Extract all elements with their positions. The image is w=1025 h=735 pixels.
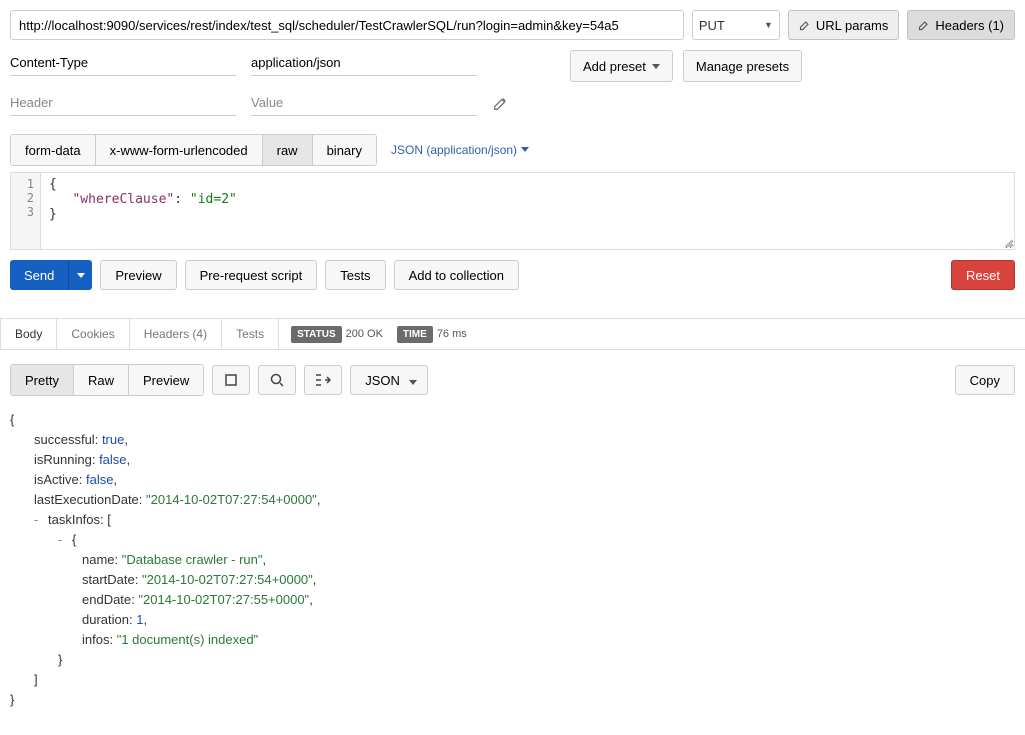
response-tab-cookies[interactable]: Cookies	[57, 319, 129, 349]
response-tab-body[interactable]: Body	[0, 319, 57, 349]
body-type-segment: form-data x-www-form-urlencoded raw bina…	[10, 134, 377, 166]
collapse-icon	[314, 373, 332, 387]
body-type-binary[interactable]: binary	[313, 135, 376, 165]
status-value: 200 OK	[346, 328, 383, 340]
manage-presets-button[interactable]: Manage presets	[683, 50, 802, 82]
header-name-1[interactable]	[10, 50, 236, 76]
add-to-collection-button[interactable]: Add to collection	[394, 260, 519, 290]
response-tab-tests[interactable]: Tests	[222, 319, 279, 349]
status-label-badge: STATUS	[291, 326, 342, 343]
response-json-viewer: { successful: true, isRunning: false, is…	[0, 404, 1025, 730]
raw-subtype-select[interactable]: JSON (application/json)	[391, 143, 529, 157]
edit-row-icon[interactable]	[492, 94, 510, 112]
add-preset-label: Add preset	[583, 59, 646, 74]
body-type-xwww[interactable]: x-www-form-urlencoded	[96, 135, 263, 165]
method-value: PUT	[699, 18, 725, 33]
pre-request-script-button[interactable]: Pre-request script	[185, 260, 318, 290]
body-type-raw[interactable]: raw	[263, 135, 313, 165]
manage-presets-label: Manage presets	[696, 59, 789, 74]
resize-handle-icon[interactable]	[1002, 237, 1012, 247]
time-value: 76 ms	[437, 328, 467, 340]
square-icon	[223, 373, 239, 387]
view-format-select[interactable]: JSON	[350, 365, 428, 395]
method-select[interactable]: PUT	[692, 10, 780, 40]
search-button[interactable]	[258, 365, 296, 395]
tests-button[interactable]: Tests	[325, 260, 385, 290]
send-label: Send	[10, 260, 68, 290]
view-preview[interactable]: Preview	[129, 365, 203, 395]
wrap-toggle-button[interactable]	[212, 365, 250, 395]
preview-button[interactable]: Preview	[100, 260, 176, 290]
url-params-button[interactable]: URL params	[788, 10, 899, 40]
headers-button[interactable]: Headers (1)	[907, 10, 1015, 40]
reset-button[interactable]: Reset	[951, 260, 1015, 290]
response-tab-headers[interactable]: Headers (4)	[130, 319, 222, 349]
url-input[interactable]	[10, 10, 684, 40]
search-icon	[269, 372, 285, 388]
time-label-badge: TIME	[397, 326, 433, 343]
send-dropdown[interactable]	[68, 260, 92, 290]
headers-label: Headers (1)	[935, 18, 1004, 33]
view-format-label: JSON	[365, 373, 400, 388]
header-value-new[interactable]	[251, 90, 477, 116]
collapse-toggle[interactable]: -	[34, 510, 48, 530]
editor-gutter: 1 2 3	[11, 173, 41, 249]
collapse-button[interactable]	[304, 365, 342, 395]
copy-button[interactable]: Copy	[955, 365, 1015, 395]
edit-icon	[799, 19, 811, 31]
view-pretty[interactable]: Pretty	[11, 365, 74, 395]
view-raw[interactable]: Raw	[74, 365, 129, 395]
add-preset-button[interactable]: Add preset	[570, 50, 673, 82]
header-name-new[interactable]	[10, 90, 236, 116]
body-type-form[interactable]: form-data	[11, 135, 96, 165]
url-params-label: URL params	[816, 18, 888, 33]
send-button[interactable]: Send	[10, 260, 92, 290]
header-value-1[interactable]	[251, 50, 477, 76]
request-body-editor[interactable]: 1 2 3 { "whereClause": "id=2" }	[10, 172, 1015, 250]
collapse-toggle[interactable]: -	[58, 530, 72, 550]
edit-icon	[918, 19, 930, 31]
